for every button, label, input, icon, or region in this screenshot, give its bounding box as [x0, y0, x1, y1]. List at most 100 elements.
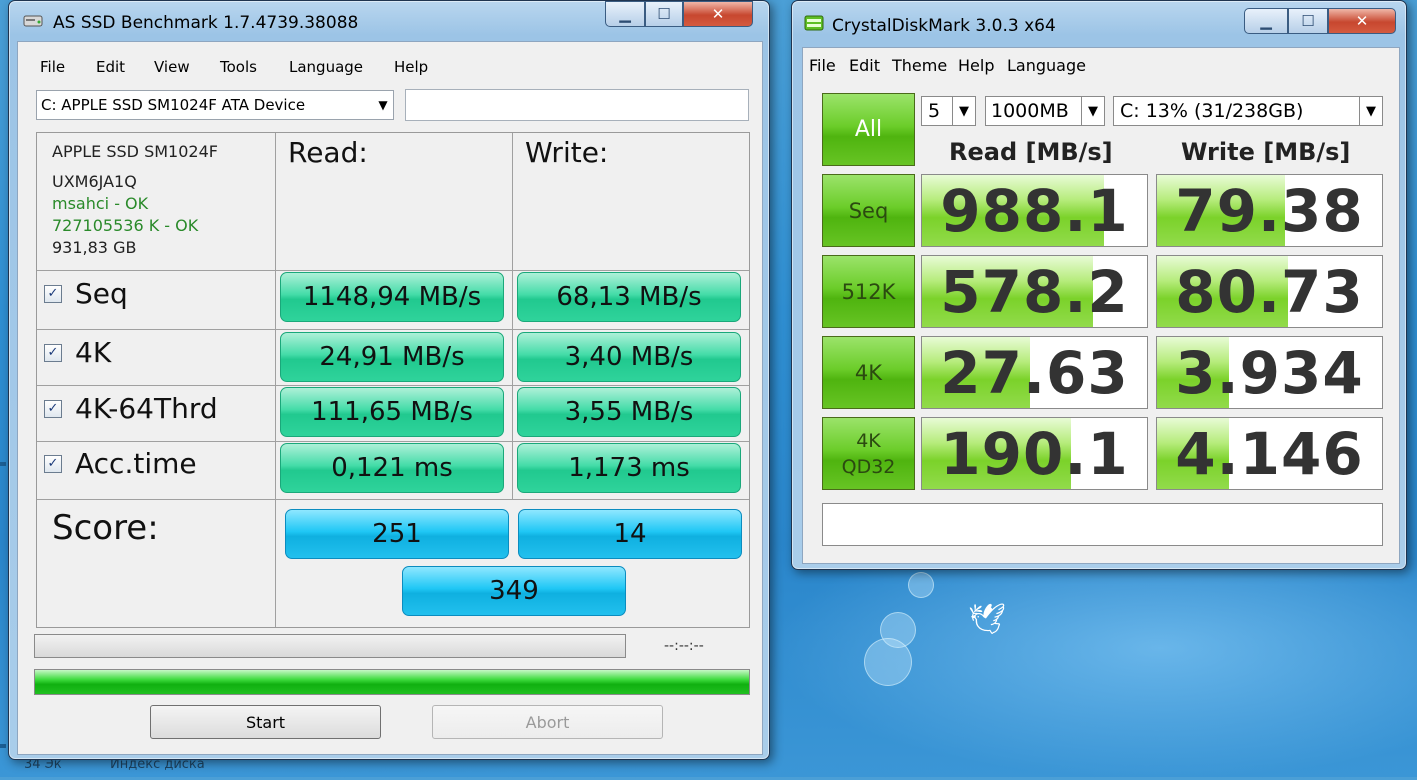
read-header: Read [MB/s]: [949, 138, 1113, 166]
score-label: Score:: [52, 508, 159, 548]
desktop-bubble: [864, 638, 912, 686]
elapsed-time: --:--:--: [664, 638, 704, 654]
seq-write-value: 79.38: [1175, 176, 1364, 245]
checkbox-checked-icon[interactable]: ✓: [44, 284, 62, 303]
acctime-read-result: 0,121 ms: [280, 443, 504, 493]
row-label-text: Seq: [848, 198, 889, 223]
grid-divider: [37, 385, 749, 386]
minimize-button[interactable]: ▁: [1244, 8, 1288, 34]
test-progress-bar: [34, 634, 626, 658]
cdm-titlebar[interactable]: CrystalDiskMark 3.0.3 x64 ▁ ☐ ✕: [792, 1, 1406, 41]
as-ssd-caption-buttons: ▁ ☐ ✕: [605, 1, 753, 29]
512k-read-result: 578.2: [921, 255, 1148, 328]
drive-select-value: C: APPLE SSD SM1024F ATA Device: [41, 96, 306, 114]
chevron-down-icon: ▼: [1081, 97, 1104, 125]
row-label-text: 512K: [841, 279, 896, 304]
drive-select[interactable]: C: APPLE SSD SM1024F ATA Device ▼: [36, 90, 394, 120]
abort-button[interactable]: Abort: [432, 705, 663, 739]
desktop-edge-mark: [0, 462, 6, 466]
cdm-window: CrystalDiskMark 3.0.3 x64 ▁ ☐ ✕ File Edi…: [791, 0, 1407, 570]
checkbox-checked-icon[interactable]: ✓: [44, 399, 62, 418]
chevron-down-icon: ▼: [378, 98, 388, 112]
test-size-select[interactable]: 1000MB ▼: [985, 96, 1105, 126]
test-count-select[interactable]: 5 ▼: [921, 96, 976, 126]
menu-view[interactable]: View: [154, 58, 190, 76]
maximize-button[interactable]: ☐: [645, 1, 683, 27]
seq-read-result: 1148,94 MB/s: [280, 272, 504, 322]
menu-theme[interactable]: Theme: [892, 56, 947, 75]
chevron-down-icon: ▼: [1359, 97, 1382, 125]
row-label-text: 4K: [75, 336, 112, 369]
cdm-caption-buttons: ▁ ☐ ✕: [1244, 8, 1396, 36]
4k-qd32-write-value: 4.146: [1175, 419, 1364, 488]
menu-language[interactable]: Language: [289, 58, 363, 76]
drive-firmware: UXM6JA1Q: [52, 172, 137, 191]
menu-edit[interactable]: Edit: [849, 56, 880, 75]
chevron-down-icon: ▼: [952, 97, 975, 125]
alignment-status: 727105536 K - OK: [52, 216, 199, 235]
acctime-write-result: 1,173 ms: [517, 443, 741, 493]
grid-divider: [37, 499, 749, 500]
512k-read-value: 578.2: [940, 257, 1129, 326]
drive-model: APPLE SSD SM1024F: [52, 142, 218, 161]
seq-test-button[interactable]: Seq: [822, 174, 915, 247]
row-label-4k[interactable]: ✓ 4K: [44, 336, 111, 369]
row-label-seq[interactable]: ✓ Seq: [44, 277, 128, 310]
menu-help[interactable]: Help: [958, 56, 994, 75]
4k-write-value: 3.934: [1175, 338, 1364, 407]
run-all-button[interactable]: All: [822, 93, 915, 166]
menu-file[interactable]: File: [40, 58, 65, 76]
grid-divider: [275, 133, 276, 627]
512k-write-result: 80.73: [1156, 255, 1383, 328]
menu-file[interactable]: File: [809, 56, 836, 75]
seq-write-result: 79.38: [1156, 174, 1383, 247]
score-total: 349: [402, 566, 626, 616]
4k-write-result: 3,40 MB/s: [517, 332, 741, 382]
512k-test-button[interactable]: 512K: [822, 255, 915, 328]
checkbox-checked-icon[interactable]: ✓: [44, 454, 62, 473]
comment-field[interactable]: [822, 503, 1383, 546]
close-button[interactable]: ✕: [1328, 8, 1396, 34]
row-label-text: 4K-64Thrd: [75, 392, 218, 425]
grid-divider: [512, 133, 513, 499]
row-label-4k-64thrd[interactable]: ✓ 4K-64Thrd: [44, 392, 218, 425]
menu-edit[interactable]: Edit: [96, 58, 125, 76]
row-label-text: Seq: [75, 277, 128, 310]
target-drive-select[interactable]: C: 13% (31/238GB) ▼: [1113, 96, 1383, 126]
4k-read-result: 27.63: [921, 336, 1148, 409]
4k-read-value: 27.63: [940, 338, 1129, 407]
4k-read-result: 24,91 MB/s: [280, 332, 504, 382]
write-header: Write:: [525, 136, 609, 169]
crystaldiskmark-icon: [804, 15, 824, 31]
drive-info-field[interactable]: [405, 89, 749, 121]
maximize-button[interactable]: ☐: [1288, 8, 1328, 34]
test-count-value: 5: [928, 100, 941, 122]
target-drive-value: C: 13% (31/238GB): [1120, 100, 1304, 122]
start-button[interactable]: Start: [150, 705, 381, 739]
disk-icon: [23, 15, 43, 27]
4k-qd32-read-result: 190.1: [921, 417, 1148, 490]
cdm-title: CrystalDiskMark 3.0.3 x64: [832, 16, 1056, 36]
4k-qd32-test-button[interactable]: 4K QD32: [822, 417, 915, 490]
4k-test-button[interactable]: 4K: [822, 336, 915, 409]
score-read: 251: [285, 509, 509, 559]
minimize-button[interactable]: ▁: [605, 1, 645, 27]
desktop-edge-mark: [0, 744, 6, 748]
row-label-text: 4K: [856, 429, 881, 452]
menu-tools[interactable]: Tools: [220, 58, 257, 76]
windows-bird-icon: 🕊: [968, 602, 1007, 637]
test-size-value: 1000MB: [991, 100, 1069, 122]
menu-language[interactable]: Language: [1007, 56, 1086, 75]
checkbox-checked-icon[interactable]: ✓: [44, 343, 62, 362]
grid-divider: [37, 441, 749, 442]
grid-divider: [37, 270, 749, 271]
write-header: Write [MB/s]: [1181, 138, 1351, 166]
as-ssd-titlebar[interactable]: AS SSD Benchmark 1.7.4739.38088 ▁ ☐ ✕: [9, 1, 769, 41]
close-button[interactable]: ✕: [683, 1, 753, 27]
4k-write-result: 3.934: [1156, 336, 1383, 409]
total-progress-fill: [35, 670, 749, 694]
4k64-write-result: 3,55 MB/s: [517, 387, 741, 437]
4k-qd32-write-result: 4.146: [1156, 417, 1383, 490]
row-label-acc-time[interactable]: ✓ Acc.time: [44, 447, 197, 480]
menu-help[interactable]: Help: [394, 58, 428, 76]
